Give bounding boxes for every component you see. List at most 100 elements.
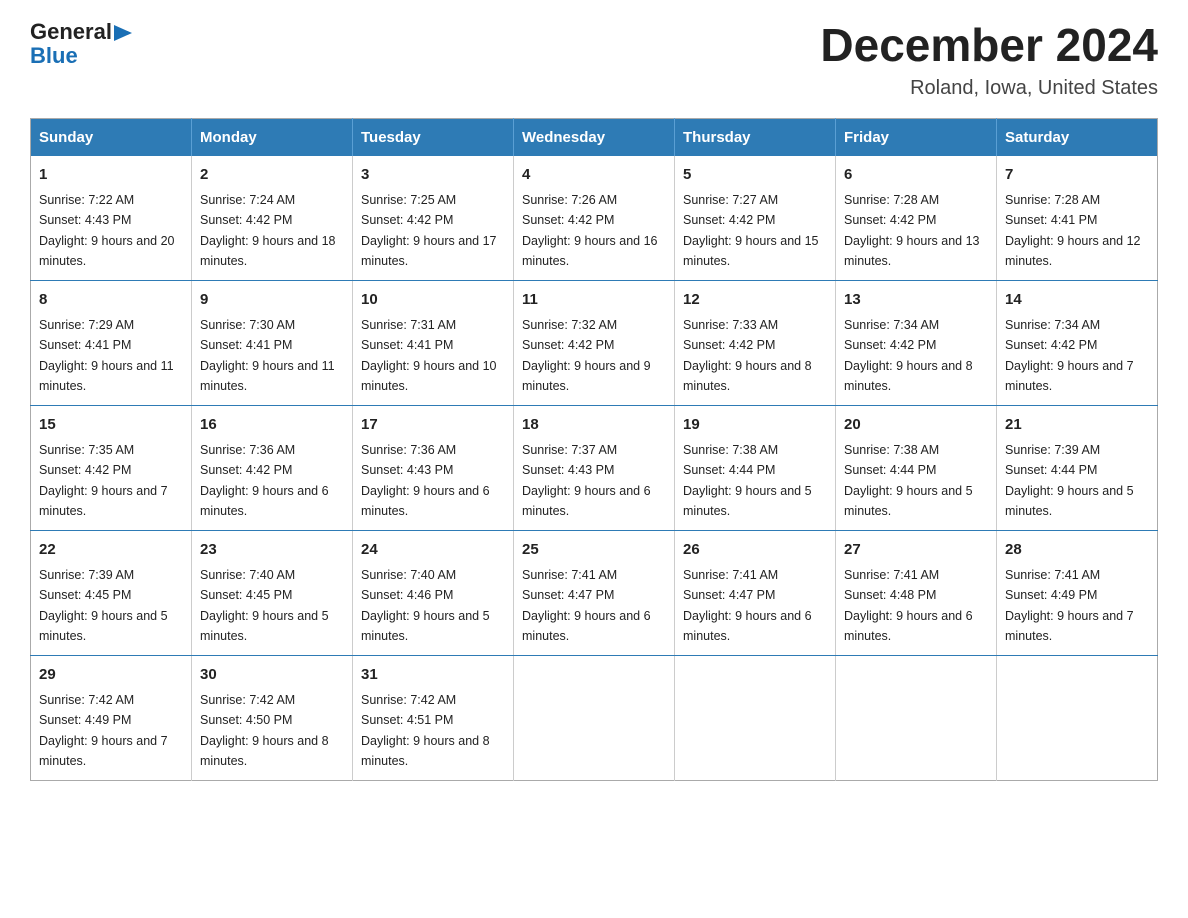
day-info: Sunrise: 7:41 AMSunset: 4:48 PMDaylight:… [844, 568, 973, 643]
day-number: 8 [39, 289, 183, 312]
day-info: Sunrise: 7:41 AMSunset: 4:47 PMDaylight:… [683, 568, 812, 643]
table-row: 19 Sunrise: 7:38 AMSunset: 4:44 PMDaylig… [675, 405, 836, 530]
table-row: 8 Sunrise: 7:29 AMSunset: 4:41 PMDayligh… [31, 280, 192, 405]
day-number: 31 [361, 664, 505, 687]
table-row: 25 Sunrise: 7:41 AMSunset: 4:47 PMDaylig… [514, 530, 675, 655]
table-row: 21 Sunrise: 7:39 AMSunset: 4:44 PMDaylig… [997, 405, 1158, 530]
table-row: 6 Sunrise: 7:28 AMSunset: 4:42 PMDayligh… [836, 156, 997, 281]
day-info: Sunrise: 7:22 AMSunset: 4:43 PMDaylight:… [39, 193, 175, 268]
logo-blue-text: Blue [30, 43, 78, 68]
calendar-week-row: 22 Sunrise: 7:39 AMSunset: 4:45 PMDaylig… [31, 530, 1158, 655]
day-number: 2 [200, 164, 344, 187]
day-info: Sunrise: 7:42 AMSunset: 4:49 PMDaylight:… [39, 693, 168, 768]
day-info: Sunrise: 7:41 AMSunset: 4:49 PMDaylight:… [1005, 568, 1134, 643]
day-info: Sunrise: 7:28 AMSunset: 4:42 PMDaylight:… [844, 193, 980, 268]
day-info: Sunrise: 7:39 AMSunset: 4:45 PMDaylight:… [39, 568, 168, 643]
table-row: 5 Sunrise: 7:27 AMSunset: 4:42 PMDayligh… [675, 156, 836, 281]
month-title: December 2024 [820, 20, 1158, 71]
header-wednesday: Wednesday [514, 118, 675, 156]
day-info: Sunrise: 7:30 AMSunset: 4:41 PMDaylight:… [200, 318, 335, 393]
table-row: 2 Sunrise: 7:24 AMSunset: 4:42 PMDayligh… [192, 156, 353, 281]
table-row [836, 655, 997, 780]
day-number: 11 [522, 289, 666, 312]
day-info: Sunrise: 7:42 AMSunset: 4:50 PMDaylight:… [200, 693, 329, 768]
calendar-week-row: 1 Sunrise: 7:22 AMSunset: 4:43 PMDayligh… [31, 156, 1158, 281]
day-info: Sunrise: 7:25 AMSunset: 4:42 PMDaylight:… [361, 193, 497, 268]
header-thursday: Thursday [675, 118, 836, 156]
table-row: 17 Sunrise: 7:36 AMSunset: 4:43 PMDaylig… [353, 405, 514, 530]
location-subtitle: Roland, Iowa, United States [820, 77, 1158, 100]
day-number: 3 [361, 164, 505, 187]
day-number: 22 [39, 539, 183, 562]
table-row: 30 Sunrise: 7:42 AMSunset: 4:50 PMDaylig… [192, 655, 353, 780]
table-row: 29 Sunrise: 7:42 AMSunset: 4:49 PMDaylig… [31, 655, 192, 780]
day-info: Sunrise: 7:36 AMSunset: 4:43 PMDaylight:… [361, 443, 490, 518]
day-info: Sunrise: 7:36 AMSunset: 4:42 PMDaylight:… [200, 443, 329, 518]
day-number: 29 [39, 664, 183, 687]
table-row: 18 Sunrise: 7:37 AMSunset: 4:43 PMDaylig… [514, 405, 675, 530]
day-info: Sunrise: 7:41 AMSunset: 4:47 PMDaylight:… [522, 568, 651, 643]
day-number: 21 [1005, 414, 1149, 437]
day-info: Sunrise: 7:34 AMSunset: 4:42 PMDaylight:… [844, 318, 973, 393]
day-number: 12 [683, 289, 827, 312]
day-number: 23 [200, 539, 344, 562]
day-number: 27 [844, 539, 988, 562]
day-number: 7 [1005, 164, 1149, 187]
table-row: 24 Sunrise: 7:40 AMSunset: 4:46 PMDaylig… [353, 530, 514, 655]
day-number: 25 [522, 539, 666, 562]
table-row: 11 Sunrise: 7:32 AMSunset: 4:42 PMDaylig… [514, 280, 675, 405]
table-row: 4 Sunrise: 7:26 AMSunset: 4:42 PMDayligh… [514, 156, 675, 281]
day-info: Sunrise: 7:42 AMSunset: 4:51 PMDaylight:… [361, 693, 490, 768]
table-row: 26 Sunrise: 7:41 AMSunset: 4:47 PMDaylig… [675, 530, 836, 655]
table-row: 31 Sunrise: 7:42 AMSunset: 4:51 PMDaylig… [353, 655, 514, 780]
day-info: Sunrise: 7:40 AMSunset: 4:46 PMDaylight:… [361, 568, 490, 643]
calendar-week-row: 8 Sunrise: 7:29 AMSunset: 4:41 PMDayligh… [31, 280, 1158, 405]
day-info: Sunrise: 7:31 AMSunset: 4:41 PMDaylight:… [361, 318, 497, 393]
day-info: Sunrise: 7:28 AMSunset: 4:41 PMDaylight:… [1005, 193, 1141, 268]
table-row: 14 Sunrise: 7:34 AMSunset: 4:42 PMDaylig… [997, 280, 1158, 405]
table-row: 3 Sunrise: 7:25 AMSunset: 4:42 PMDayligh… [353, 156, 514, 281]
table-row: 23 Sunrise: 7:40 AMSunset: 4:45 PMDaylig… [192, 530, 353, 655]
day-info: Sunrise: 7:38 AMSunset: 4:44 PMDaylight:… [683, 443, 812, 518]
title-area: December 2024 Roland, Iowa, United State… [820, 20, 1158, 100]
day-number: 15 [39, 414, 183, 437]
table-row: 7 Sunrise: 7:28 AMSunset: 4:41 PMDayligh… [997, 156, 1158, 281]
logo-general-text: General [30, 20, 112, 44]
day-info: Sunrise: 7:24 AMSunset: 4:42 PMDaylight:… [200, 193, 336, 268]
calendar-table: Sunday Monday Tuesday Wednesday Thursday… [30, 118, 1158, 781]
day-number: 13 [844, 289, 988, 312]
table-row: 1 Sunrise: 7:22 AMSunset: 4:43 PMDayligh… [31, 156, 192, 281]
day-number: 10 [361, 289, 505, 312]
table-row [675, 655, 836, 780]
header-tuesday: Tuesday [353, 118, 514, 156]
day-number: 16 [200, 414, 344, 437]
day-number: 5 [683, 164, 827, 187]
day-info: Sunrise: 7:32 AMSunset: 4:42 PMDaylight:… [522, 318, 651, 393]
day-info: Sunrise: 7:40 AMSunset: 4:45 PMDaylight:… [200, 568, 329, 643]
day-number: 6 [844, 164, 988, 187]
day-info: Sunrise: 7:39 AMSunset: 4:44 PMDaylight:… [1005, 443, 1134, 518]
day-number: 14 [1005, 289, 1149, 312]
day-info: Sunrise: 7:27 AMSunset: 4:42 PMDaylight:… [683, 193, 819, 268]
day-info: Sunrise: 7:33 AMSunset: 4:42 PMDaylight:… [683, 318, 812, 393]
calendar-week-row: 15 Sunrise: 7:35 AMSunset: 4:42 PMDaylig… [31, 405, 1158, 530]
table-row: 13 Sunrise: 7:34 AMSunset: 4:42 PMDaylig… [836, 280, 997, 405]
day-number: 20 [844, 414, 988, 437]
table-row [997, 655, 1158, 780]
day-number: 28 [1005, 539, 1149, 562]
day-number: 26 [683, 539, 827, 562]
day-number: 1 [39, 164, 183, 187]
day-number: 30 [200, 664, 344, 687]
page-header: General Blue December 2024 Roland, Iowa,… [30, 20, 1158, 100]
day-number: 24 [361, 539, 505, 562]
logo-triangle-icon [114, 25, 132, 41]
table-row: 10 Sunrise: 7:31 AMSunset: 4:41 PMDaylig… [353, 280, 514, 405]
table-row: 20 Sunrise: 7:38 AMSunset: 4:44 PMDaylig… [836, 405, 997, 530]
table-row: 16 Sunrise: 7:36 AMSunset: 4:42 PMDaylig… [192, 405, 353, 530]
table-row: 9 Sunrise: 7:30 AMSunset: 4:41 PMDayligh… [192, 280, 353, 405]
day-info: Sunrise: 7:37 AMSunset: 4:43 PMDaylight:… [522, 443, 651, 518]
day-number: 9 [200, 289, 344, 312]
calendar-week-row: 29 Sunrise: 7:42 AMSunset: 4:49 PMDaylig… [31, 655, 1158, 780]
header-sunday: Sunday [31, 118, 192, 156]
day-info: Sunrise: 7:34 AMSunset: 4:42 PMDaylight:… [1005, 318, 1134, 393]
